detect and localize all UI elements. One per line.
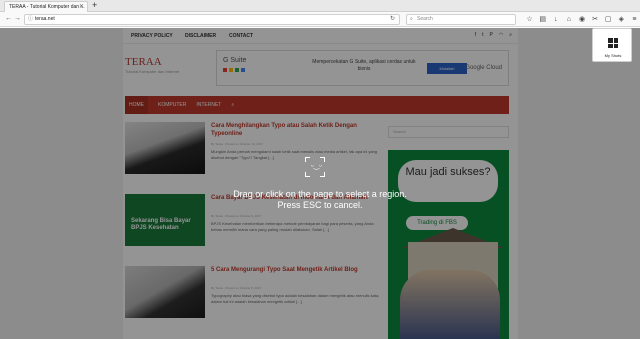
download-icon[interactable]: ↓ — [550, 14, 561, 25]
forward-icon[interactable]: → — [14, 14, 21, 24]
search-bar[interactable]: ⌕ Search — [406, 14, 516, 25]
browser-tab[interactable]: TERAA - Tutorial Komputer dan ... ✕ — [4, 1, 88, 12]
bookmark-star-icon[interactable]: ☆ — [524, 14, 535, 25]
reading-list-icon[interactable]: ▤ — [537, 14, 548, 25]
smile-icon: ᵕ‿ᵕ — [311, 163, 322, 170]
select-region-icon: ᵕ‿ᵕ — [305, 157, 325, 177]
reload-icon[interactable]: ↻ — [390, 15, 395, 24]
url-text: teraa.net — [35, 16, 55, 22]
screenshot-overlay[interactable]: ᵕ‿ᵕ Drag or click on the page to select … — [0, 28, 640, 339]
tab-bar: TERAA - Tutorial Komputer dan ... ✕ + — [0, 0, 640, 12]
search-placeholder: Search — [417, 16, 433, 22]
info-icon[interactable]: ⓘ — [28, 15, 33, 24]
new-tab-button[interactable]: + — [92, 0, 97, 11]
tab-title: TERAA - Tutorial Komputer dan ... — [9, 4, 85, 10]
chat-icon[interactable]: ▢ — [603, 14, 614, 25]
url-bar[interactable]: ⓘ teraa.net ↻ — [24, 14, 400, 25]
home-icon[interactable]: ⌂ — [563, 14, 574, 25]
my-shots-icon — [608, 38, 618, 48]
back-icon[interactable]: ← — [5, 14, 12, 24]
extension-icon[interactable]: ◈ — [616, 14, 627, 25]
toolbar-icons: ☆ ▤ ↓ ⌂ ◉ ✂ ▢ ◈ ≡ — [524, 14, 640, 25]
screenshot-icon[interactable]: ✂ — [590, 14, 601, 25]
menu-icon[interactable]: ≡ — [629, 14, 640, 25]
pocket-icon[interactable]: ◉ — [576, 14, 587, 25]
my-shots-button[interactable]: My Shots — [592, 28, 632, 62]
navigation-bar: ← → ⓘ teraa.net ↻ ⌕ Search ☆ ▤ ↓ ⌂ ◉ ✂ ▢… — [0, 12, 640, 27]
overlay-instructions: Drag or click on the page to select a re… — [233, 189, 407, 210]
close-tab-icon[interactable]: ✕ — [79, 2, 84, 12]
my-shots-label: My Shots — [604, 53, 622, 58]
search-icon: ⌕ — [410, 16, 413, 22]
